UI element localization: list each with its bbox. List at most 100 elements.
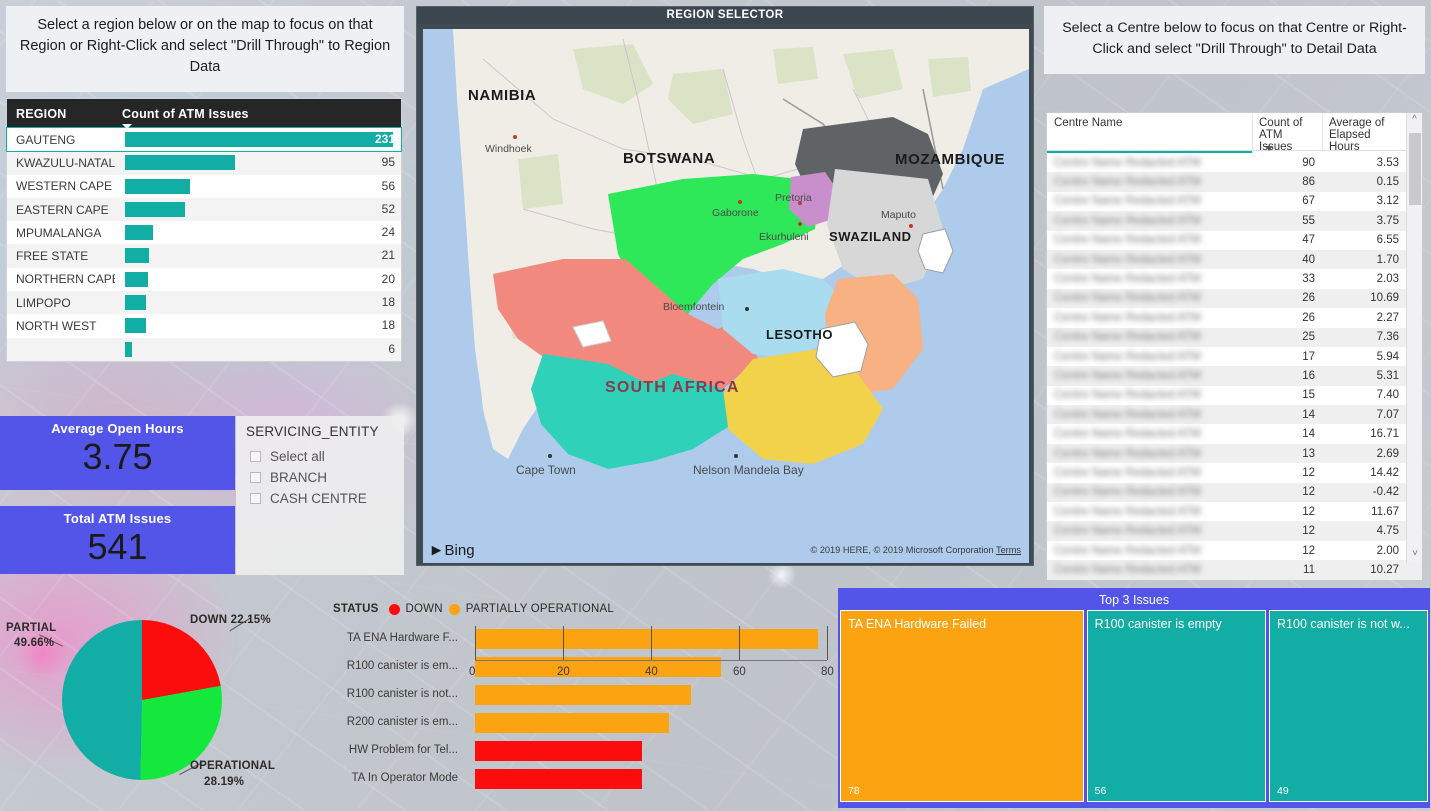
table-row[interactable]: Centre Name Redacted ATM 14 7.07 — [1047, 405, 1422, 425]
table-row[interactable]: EASTERN CAPE 52 — [7, 197, 401, 222]
table-row[interactable]: Centre Name Redacted ATM 55 3.75 — [1047, 211, 1422, 231]
centre-avg-column-header[interactable]: Average of Elapsed Hours — [1322, 113, 1406, 153]
bing-mark-icon: ▸ — [432, 540, 441, 559]
issue-bar-row[interactable]: TA In Operator Mode — [333, 768, 833, 792]
region-name: LIMPOPO — [16, 295, 71, 310]
table-row[interactable]: Centre Name Redacted ATM 47 6.55 — [1047, 231, 1422, 250]
region-table[interactable]: REGION Count of ATM Issues GAUTENG 231 KWA… — [6, 98, 402, 362]
table-row[interactable]: Centre Name Redacted ATM 15 7.40 — [1047, 386, 1422, 405]
bing-logo[interactable]: ▸ Bing — [432, 540, 475, 560]
table-row[interactable]: Centre Name Redacted ATM 12 -0.42 — [1047, 482, 1422, 503]
treemap-cell[interactable]: TA ENA Hardware Failed 78 — [840, 610, 1084, 802]
table-row[interactable]: NORTH WEST 18 — [7, 314, 401, 337]
centre-name: Centre Name Redacted ATM — [1054, 234, 1201, 247]
gridline — [827, 626, 828, 660]
legend-label-partially-operational[interactable]: PARTIALLY OPERATIONAL — [466, 603, 614, 615]
table-row[interactable]: Centre Name Redacted ATM 12 2.00 — [1047, 541, 1422, 560]
table-row[interactable]: Centre Name Redacted ATM 17 5.94 — [1047, 347, 1422, 366]
table-row[interactable]: Centre Name Redacted ATM 16 5.31 — [1047, 366, 1422, 386]
issue-bar[interactable] — [475, 685, 691, 705]
centre-count: 26 — [1302, 311, 1315, 324]
pie-label-operational-value: 28.19% — [204, 776, 245, 788]
scroll-up-icon[interactable]: ^ — [1407, 113, 1422, 127]
slicer-option[interactable]: Select all — [246, 446, 404, 467]
status-pie-chart[interactable]: DOWN 22.15% PARTIAL 49.66% OPERATIONAL 2… — [0, 592, 320, 811]
centre-table-scrollbar[interactable]: ^ ˅ — [1406, 113, 1422, 563]
issues-bar-chart[interactable]: STATUS DOWN PARTIALLY OPERATIONAL TA ENA… — [315, 592, 840, 811]
issue-bar-row[interactable]: R100 canister is not... — [333, 684, 833, 708]
treemap-cell-value: 56 — [1094, 785, 1107, 797]
table-row[interactable]: FREE STATE 21 — [7, 244, 401, 268]
table-row[interactable]: KWAZULU-NATAL 95 — [7, 151, 401, 175]
kpi-card-average-open-hours[interactable]: Average Open Hours 3.75 — [0, 416, 235, 490]
table-row[interactable]: NORTHERN CAPE 20 — [7, 268, 401, 291]
table-row[interactable]: Centre Name Redacted ATM 26 2.27 — [1047, 308, 1422, 327]
table-row[interactable]: Centre Name Redacted ATM 33 2.03 — [1047, 269, 1422, 288]
slicer-option-label: Select all — [270, 449, 325, 464]
region-bar-cell: 24 — [115, 221, 401, 244]
region-bar — [125, 132, 393, 147]
issue-bar[interactable] — [475, 629, 818, 649]
centre-selector-panel: Select a Centre below to focus on that C… — [1044, 6, 1425, 580]
issue-bar-row[interactable]: R200 canister is em... — [333, 712, 833, 736]
centre-table[interactable]: Centre Name Count of ATM Issues Average … — [1046, 112, 1423, 580]
table-row[interactable]: Centre Name Redacted ATM 12 14.42 — [1047, 463, 1422, 482]
slicer-option[interactable]: BRANCH — [246, 467, 404, 488]
table-row[interactable]: MPUMALANGA 24 — [7, 221, 401, 244]
issue-bar[interactable] — [475, 769, 642, 789]
region-selector-map-panel[interactable]: REGION SELECTOR NAMIBIA Windhoek BOTSWAN… — [416, 6, 1034, 566]
table-row[interactable]: WESTERN CAPE 56 — [7, 175, 401, 198]
issue-bar[interactable] — [475, 713, 669, 733]
map-terms-link[interactable]: Terms — [996, 545, 1021, 555]
issue-bar-row[interactable]: TA ENA Hardware F... — [333, 628, 833, 652]
issue-bar-label: R100 canister is em... — [346, 660, 458, 672]
table-row[interactable]: Centre Name Redacted ATM 11 10.27 — [1047, 560, 1422, 580]
centre-count-column-header[interactable]: Count of ATM Issues — [1252, 113, 1322, 153]
table-row[interactable]: Centre Name Redacted ATM 25 7.36 — [1047, 327, 1422, 347]
issue-bar[interactable] — [475, 741, 642, 761]
top-3-issues-treemap[interactable]: Top 3 Issues TA ENA Hardware Failed 78 R10… — [838, 588, 1430, 808]
slicer-option-label: BRANCH — [270, 470, 328, 485]
pie-slices[interactable] — [62, 620, 222, 780]
checkbox-icon[interactable] — [250, 451, 261, 462]
scroll-down-icon[interactable]: ˅ — [1407, 547, 1423, 561]
table-row[interactable]: Centre Name Redacted ATM 40 1.70 — [1047, 249, 1422, 270]
table-row[interactable]: 6 — [7, 337, 401, 361]
centre-name: Centre Name Redacted ATM — [1054, 486, 1201, 499]
centre-average-elapsed-hours: 7.36 — [1376, 331, 1399, 344]
centre-name: Centre Name Redacted ATM — [1054, 176, 1201, 189]
centre-average-elapsed-hours: 2.69 — [1376, 447, 1399, 460]
region-column-header[interactable]: REGION — [7, 107, 115, 121]
kpi-card-total-atm-issues[interactable]: Total ATM Issues 541 — [0, 506, 235, 574]
table-row[interactable]: Centre Name Redacted ATM 90 3.53 — [1047, 153, 1422, 172]
checkbox-icon[interactable] — [250, 493, 261, 504]
map-title: REGION SELECTOR — [417, 7, 1033, 24]
table-row[interactable]: LIMPOPO 18 — [7, 291, 401, 315]
centre-average-elapsed-hours: 6.55 — [1376, 234, 1399, 247]
treemap-cell[interactable]: R100 canister is empty 56 — [1086, 610, 1267, 802]
legend-label-down[interactable]: DOWN — [406, 603, 443, 615]
centre-name-column-header[interactable]: Centre Name — [1047, 113, 1252, 150]
issue-bar-row[interactable]: HW Problem for Tel... — [333, 740, 833, 764]
region-bar — [125, 178, 190, 194]
region-bar-cell: 6 — [115, 338, 401, 361]
table-row[interactable]: Centre Name Redacted ATM 14 16.71 — [1047, 424, 1422, 443]
count-column-header[interactable]: Count of ATM Issues — [115, 107, 401, 129]
table-row[interactable]: GAUTENG 231 — [6, 126, 402, 153]
centre-name: Centre Name Redacted ATM — [1054, 214, 1201, 227]
table-row[interactable]: Centre Name Redacted ATM 26 10.69 — [1047, 288, 1422, 309]
map-canvas[interactable]: NAMIBIA Windhoek BOTSWANA Gaborone MOZAM… — [423, 29, 1029, 535]
table-row[interactable]: Centre Name Redacted ATM 12 4.75 — [1047, 521, 1422, 541]
treemap-cell[interactable]: R100 canister is not w... 49 — [1269, 610, 1428, 802]
x-axis-line — [475, 660, 827, 661]
table-row[interactable]: Centre Name Redacted ATM 67 3.12 — [1047, 192, 1422, 211]
checkbox-icon[interactable] — [250, 472, 261, 483]
centre-count: 25 — [1302, 331, 1315, 344]
table-row[interactable]: Centre Name Redacted ATM 13 2.69 — [1047, 443, 1422, 464]
table-row[interactable]: Centre Name Redacted ATM 12 11.67 — [1047, 502, 1422, 521]
region-rows-container: GAUTENG 231 KWAZULU-NATAL 95 WESTERN CAPE 56 E… — [6, 126, 402, 361]
table-row[interactable]: Centre Name Redacted ATM 86 0.15 — [1047, 172, 1422, 192]
slicer-option[interactable]: CASH CENTRE — [246, 488, 404, 509]
treemap-cell-label: TA ENA Hardware Failed — [848, 617, 987, 631]
scrollbar-thumb[interactable] — [1409, 133, 1421, 205]
